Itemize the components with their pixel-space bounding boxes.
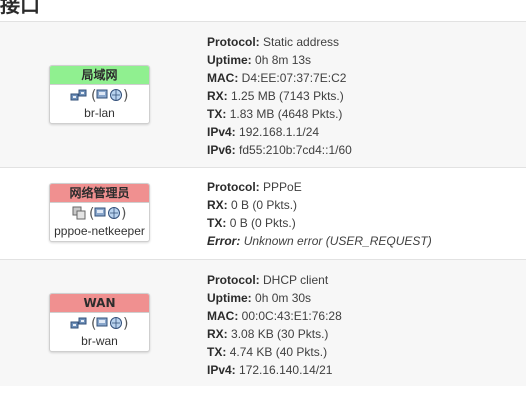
- interface-row-wan: WAN () br-wan Protocol: DHCP client Upt…: [0, 259, 526, 386]
- interface-device: br-lan: [84, 106, 115, 120]
- detail-uptime: Uptime: 0h 8m 13s: [207, 51, 352, 69]
- interface-badge-column: WAN () br-wan: [0, 260, 198, 386]
- detail-key: MAC:: [207, 71, 239, 85]
- detail-key: RX:: [207, 198, 228, 212]
- svg-text:): ): [123, 88, 128, 103]
- interface-icons: ( ): [50, 316, 149, 334]
- detail-value: 192.168.1.1/24: [239, 125, 320, 139]
- detail-key: TX:: [207, 107, 227, 121]
- interface-details-lan: Protocol: Static address Uptime: 0h 8m 1…: [207, 33, 352, 159]
- detail-value: PPPoE: [263, 180, 302, 194]
- interface-name: 局域网: [50, 66, 149, 85]
- detail-value: Unknown error (USER_REQUEST): [243, 234, 432, 248]
- detail-value: D4:EE:07:37:7E:C2: [241, 71, 347, 85]
- detail-key: RX:: [207, 327, 228, 341]
- detail-key: TX:: [207, 216, 227, 230]
- page-title: 接口: [0, 0, 40, 17]
- svg-text:): ): [121, 206, 126, 221]
- detail-key: Protocol:: [207, 35, 260, 49]
- detail-key: MAC:: [207, 309, 239, 323]
- detail-protocol: Protocol: PPPoE: [207, 178, 432, 196]
- interface-device: br-wan: [81, 334, 118, 348]
- detail-protocol: Protocol: DHCP client: [207, 271, 342, 289]
- interface-icons: ( ): [50, 206, 149, 224]
- detail-value: 0 B (0 Pkts.): [229, 216, 296, 230]
- detail-mac: MAC: D4:EE:07:37:7E:C2: [207, 69, 352, 87]
- interface-table: 局域网 () br-lan Protocol: Static address …: [0, 21, 526, 386]
- detail-key: Error:: [207, 234, 241, 248]
- detail-key: IPv6:: [207, 143, 236, 157]
- tunnel-icon: [72, 206, 86, 225]
- detail-key: IPv4:: [207, 125, 236, 139]
- ethernet-ports-icon: [70, 88, 88, 107]
- svg-text:(: (: [91, 316, 96, 331]
- interface-badge-column: 网络管理员 () pppoe-netkeeper: [0, 168, 198, 259]
- svg-text:(: (: [91, 88, 96, 103]
- detail-tx: TX: 1.83 MB (4648 Pkts.): [207, 105, 352, 123]
- detail-key: Uptime:: [207, 291, 252, 305]
- detail-key: RX:: [207, 89, 228, 103]
- detail-value: fd55:210b:7cd4::1/60: [239, 143, 352, 157]
- detail-value: 4.74 KB (40 Pkts.): [229, 345, 328, 359]
- detail-value: 3.08 KB (30 Pkts.): [231, 327, 329, 341]
- interface-row-lan: 局域网 () br-lan Protocol: Static address …: [0, 21, 526, 167]
- interface-details-wan: Protocol: DHCP client Uptime: 0h 0m 30s …: [207, 271, 342, 379]
- detail-value: 0h 8m 13s: [255, 53, 312, 67]
- bridge-icon: ( ): [91, 315, 129, 336]
- svg-text:(: (: [89, 206, 94, 221]
- interface-icons: ( ): [50, 88, 149, 106]
- detail-key: Protocol:: [207, 273, 260, 287]
- ethernet-ports-icon: [70, 316, 88, 335]
- detail-key: IPv4:: [207, 363, 236, 377]
- detail-value: 172.16.140.14/21: [239, 363, 333, 377]
- svg-text:): ): [123, 316, 128, 331]
- interface-badge-pppoe[interactable]: 网络管理员 () pppoe-netkeeper: [49, 183, 150, 242]
- interface-row-pppoe: 网络管理员 () pppoe-netkeeper Protocol: PPPo…: [0, 167, 526, 259]
- detail-uptime: Uptime: 0h 0m 30s: [207, 289, 342, 307]
- detail-value: 00:0C:43:E1:76:28: [241, 309, 342, 323]
- interface-device: pppoe-netkeeper: [54, 224, 145, 238]
- detail-value: Static address: [263, 35, 340, 49]
- detail-key: Uptime:: [207, 53, 252, 67]
- bridge-icon: ( ): [89, 205, 127, 226]
- detail-protocol: Protocol: Static address: [207, 33, 352, 51]
- detail-tx: TX: 4.74 KB (40 Pkts.): [207, 343, 342, 361]
- interface-details-pppoe: Protocol: PPPoE RX: 0 B (0 Pkts.) TX: 0 …: [207, 178, 432, 250]
- detail-value: 0h 0m 30s: [255, 291, 312, 305]
- detail-rx: RX: 1.25 MB (7143 Pkts.): [207, 87, 352, 105]
- detail-key: Protocol:: [207, 180, 260, 194]
- detail-mac: MAC: 00:0C:43:E1:76:28: [207, 307, 342, 325]
- detail-ipv4: IPv4: 172.16.140.14/21: [207, 361, 342, 379]
- bridge-icon: ( ): [91, 87, 129, 108]
- detail-value: DHCP client: [263, 273, 329, 287]
- detail-rx: RX: 3.08 KB (30 Pkts.): [207, 325, 342, 343]
- interface-badge-column: 局域网 () br-lan: [0, 22, 198, 167]
- detail-value: 1.25 MB (7143 Pkts.): [231, 89, 344, 103]
- interface-badge-wan[interactable]: WAN () br-wan: [49, 293, 150, 352]
- detail-error: Error: Unknown error (USER_REQUEST): [207, 232, 432, 250]
- detail-value: 1.83 MB (4648 Pkts.): [229, 107, 343, 121]
- interface-name: WAN: [50, 294, 149, 313]
- detail-key: TX:: [207, 345, 227, 359]
- detail-value: 0 B (0 Pkts.): [231, 198, 298, 212]
- detail-ipv4: IPv4: 192.168.1.1/24: [207, 123, 352, 141]
- detail-ipv6: IPv6: fd55:210b:7cd4::1/60: [207, 141, 352, 159]
- interface-name: 网络管理员: [50, 184, 149, 203]
- detail-tx: TX: 0 B (0 Pkts.): [207, 214, 432, 232]
- interface-badge-lan[interactable]: 局域网 () br-lan: [49, 65, 150, 124]
- detail-rx: RX: 0 B (0 Pkts.): [207, 196, 432, 214]
